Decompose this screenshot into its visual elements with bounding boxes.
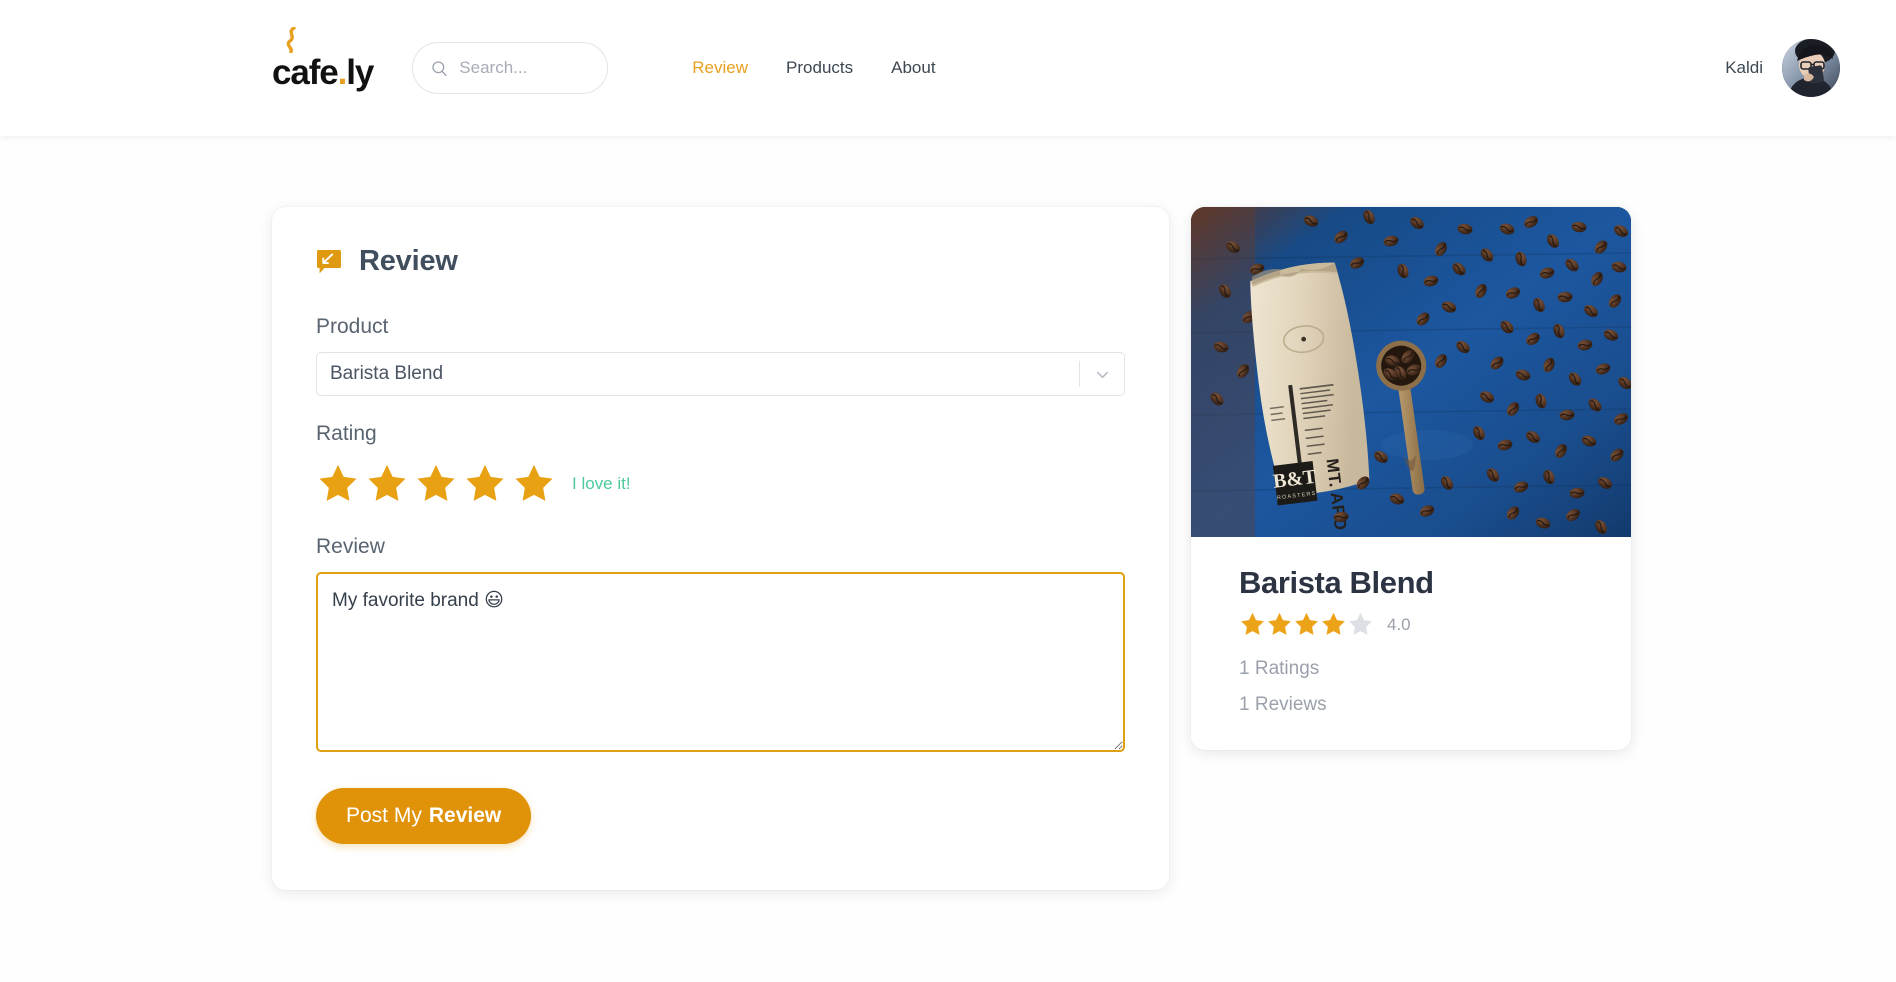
post-button-label-bold: Review [428,804,502,827]
product-card[interactable]: B&T ROASTERS MT. APO Barista Blend 4.0 1… [1191,207,1631,750]
search-icon [432,60,447,76]
main-content: Review Product Barista Blend Rating I lo… [0,136,1896,982]
product-select-value: Barista Blend [330,363,444,384]
logo[interactable]: cafe.ly [272,26,374,92]
main-nav: Review Products About [692,58,935,78]
site-header: cafe.ly Review Products About Kaldi [0,0,1896,136]
rating-star-2[interactable] [365,462,409,506]
product-photo: B&T ROASTERS MT. APO [1191,207,1631,537]
review-textarea[interactable] [316,572,1125,752]
coffee-bag-photo: B&T ROASTERS MT. APO [1191,207,1631,537]
product-select[interactable]: Barista Blend [316,352,1125,396]
avatar-photo [1782,39,1840,97]
search-box[interactable] [412,42,609,94]
logo-suffix: ly [346,52,374,92]
chevron-down-icon[interactable] [1080,365,1124,384]
logo-dot: . [337,52,348,92]
product-star-4 [1322,612,1345,635]
rating-caption: I love it! [572,474,631,493]
rating-label: Rating [316,422,377,445]
post-button-label-regular: Post My [346,804,422,827]
user-menu[interactable]: Kaldi [1725,39,1840,97]
product-name: Barista Blend [1239,565,1434,600]
product-reviews-count: 1 Reviews [1239,694,1327,715]
review-bubble-edit-icon [317,249,341,273]
nav-link-about[interactable]: About [891,58,935,78]
product-score: 4.0 [1387,614,1411,634]
rating-star-1[interactable] [316,462,360,506]
product-label: Product [316,315,389,338]
product-ratings-count: 1 Ratings [1239,658,1320,679]
product-rating: 4.0 [1239,611,1583,638]
avatar[interactable] [1782,39,1840,97]
logo-text: cafe [272,52,339,92]
rating-stars[interactable]: I love it! [316,459,1125,509]
product-star-5 [1349,612,1372,635]
nav-link-review[interactable]: Review [692,58,748,78]
product-star-3 [1295,612,1318,635]
post-review-button[interactable]: Post My Review [316,788,532,844]
product-star-1 [1241,612,1264,635]
product-card-body: Barista Blend 4.0 1 Ratings 1 Reviews [1191,537,1631,750]
review-card-header: Review [316,245,1125,278]
review-textarea-label: Review [316,535,385,558]
product-star-2 [1268,612,1291,635]
header-inner: cafe.ly Review Products About Kaldi [0,0,1896,136]
rating-star-4[interactable] [463,462,507,506]
rating-star-3[interactable] [414,462,458,506]
nav-link-products[interactable]: Products [786,58,853,78]
page-title: Review [359,245,458,277]
user-name: Kaldi [1725,58,1763,77]
coffee-steam-swirl-icon [286,26,296,53]
rating-star-5[interactable] [512,462,556,506]
search-input[interactable] [459,58,590,78]
review-form-card: Review Product Barista Blend Rating I lo… [272,207,1169,890]
